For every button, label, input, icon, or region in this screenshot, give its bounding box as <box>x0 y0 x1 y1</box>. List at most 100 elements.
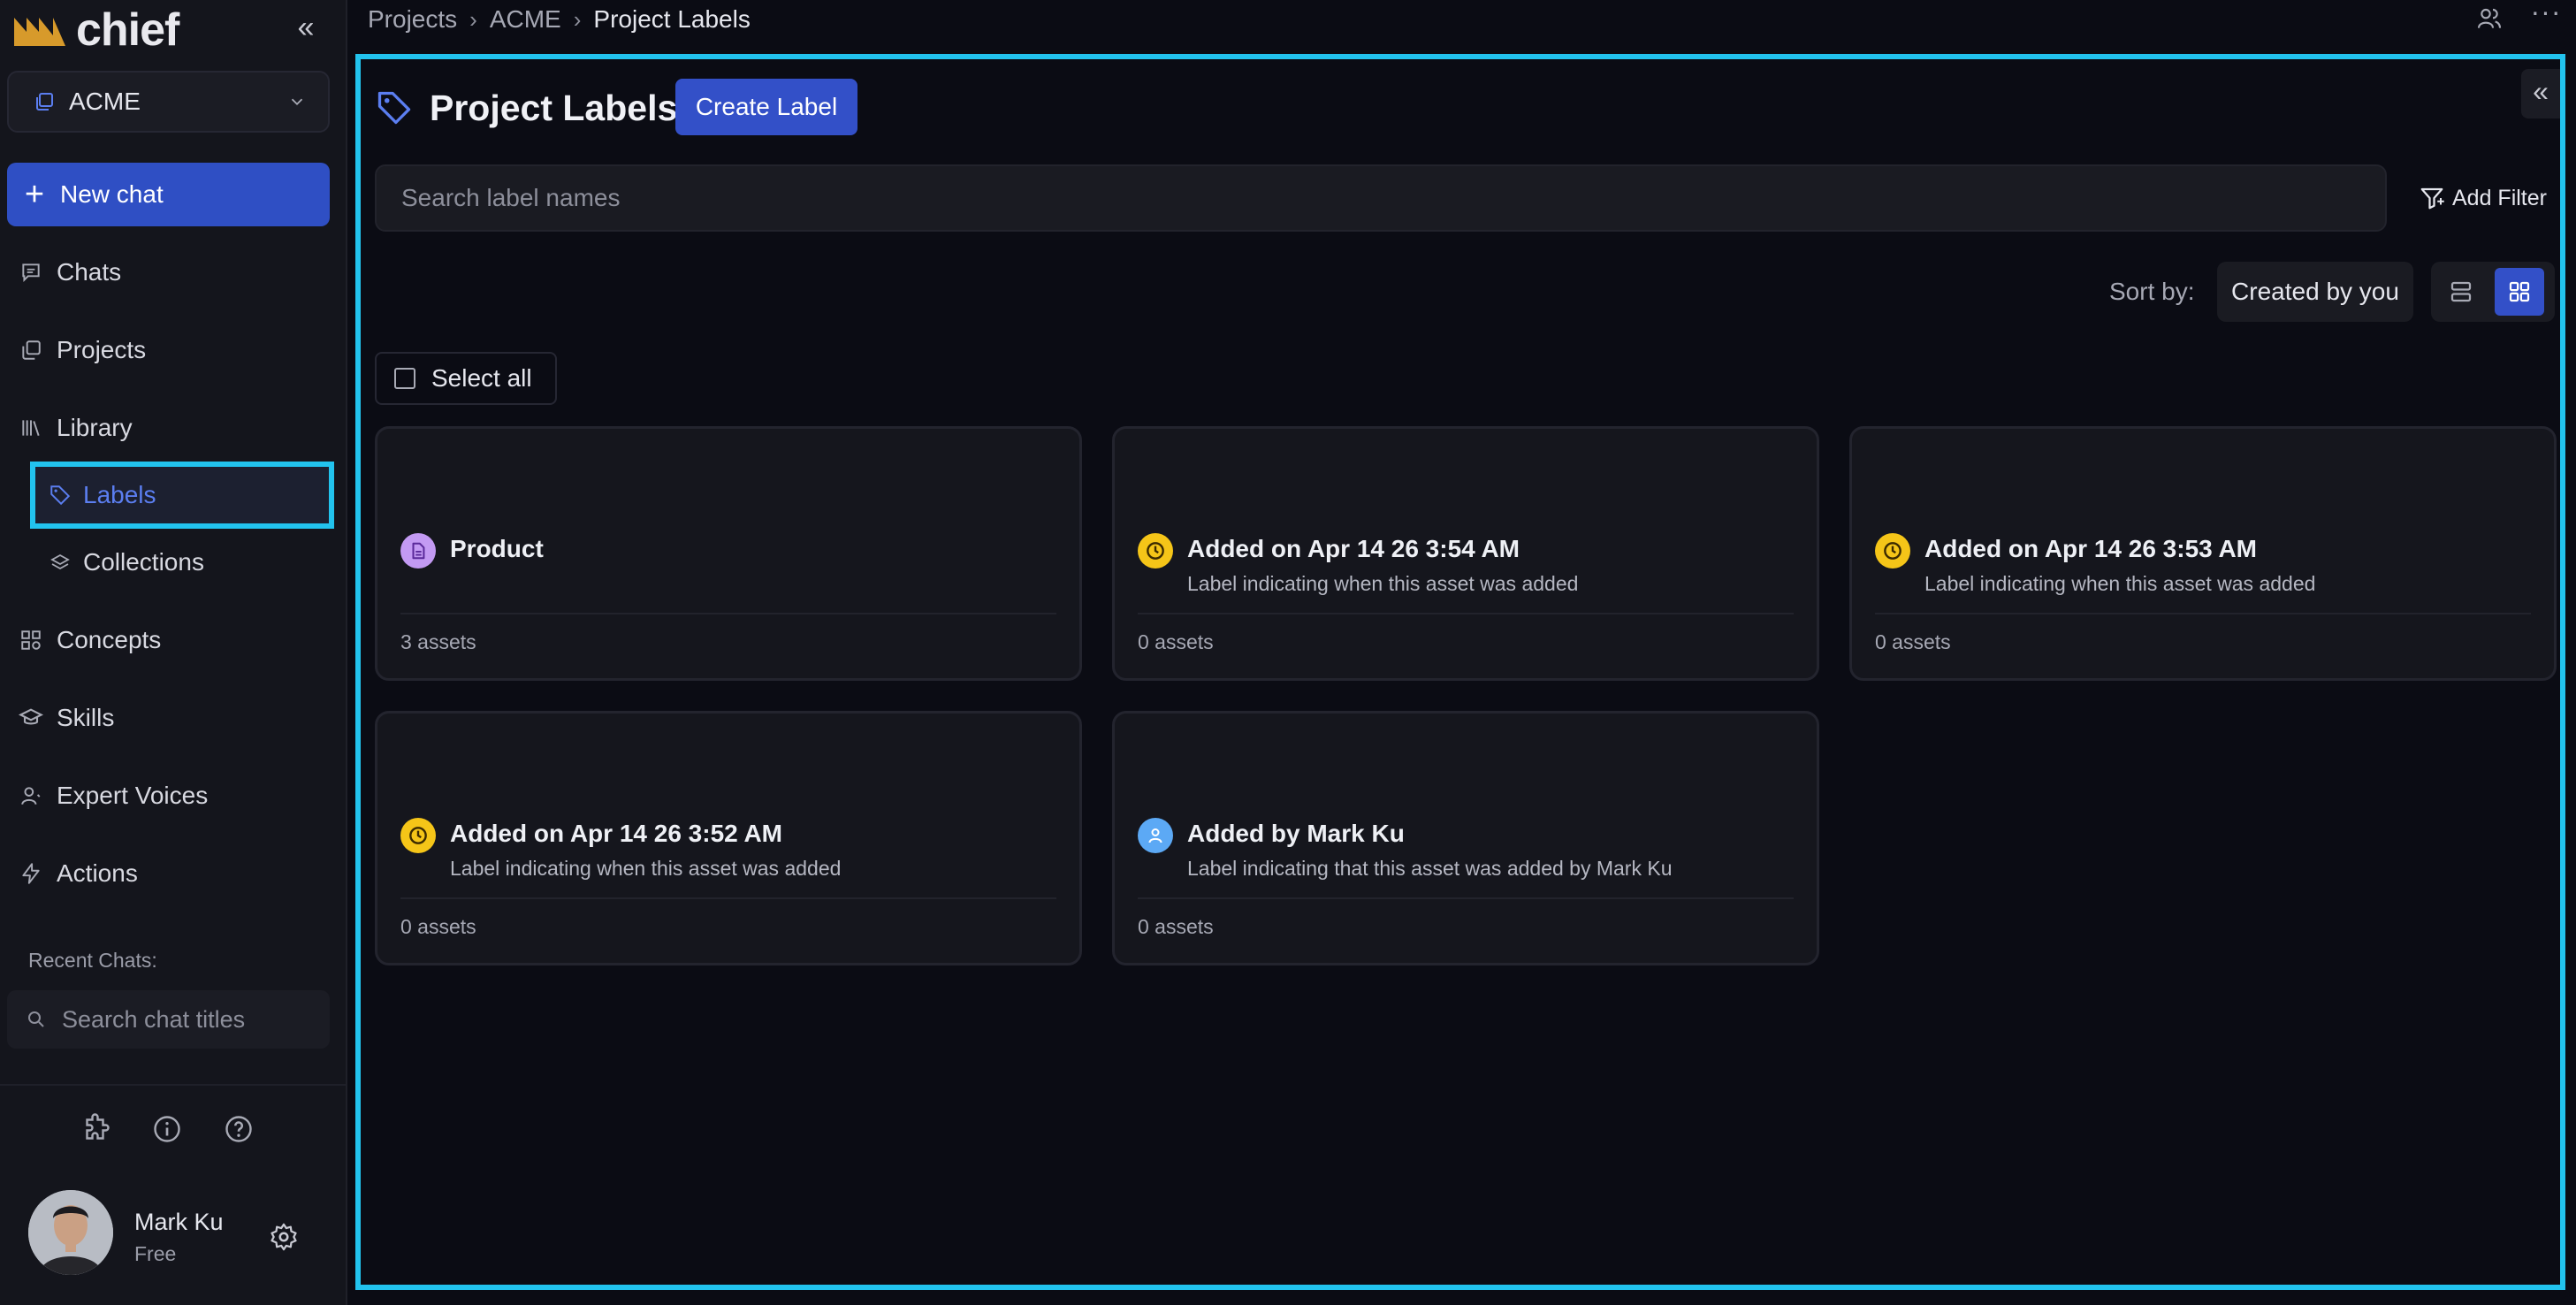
sidebar-item-label: Library <box>57 414 133 441</box>
sidebar-item-label: Labels <box>83 481 156 508</box>
tag-icon <box>48 483 72 508</box>
avatar-photo-icon <box>28 1190 113 1275</box>
people-icon[interactable] <box>2475 4 2504 33</box>
card-divider <box>1875 613 2531 614</box>
sidebar-item-label: Concepts <box>57 626 162 653</box>
user-icon <box>1138 818 1173 853</box>
avatar[interactable] <box>28 1190 113 1275</box>
help-icon[interactable] <box>222 1112 255 1146</box>
sidebar-item-label: Projects <box>57 336 147 363</box>
label-card[interactable]: Added by Mark Ku Label indicating that t… <box>1112 711 1819 965</box>
clock-icon <box>1138 533 1173 569</box>
card-divider <box>400 613 1056 614</box>
lightning-icon <box>18 860 44 887</box>
gear-icon[interactable] <box>267 1220 301 1254</box>
sidebar-item-collections[interactable]: Collections <box>30 529 334 596</box>
list-view-button[interactable] <box>2436 268 2486 316</box>
recent-chats-label: Recent Chats: <box>28 949 157 972</box>
info-icon[interactable] <box>150 1112 184 1146</box>
sidebar-item-skills[interactable]: Skills <box>18 696 114 740</box>
user-name: Mark Ku <box>134 1209 224 1235</box>
label-card-description: Label indicating that this asset was add… <box>1187 857 1673 880</box>
more-options-icon[interactable]: ··· <box>2530 0 2562 30</box>
collapse-sidebar-icon[interactable]: « <box>292 12 320 42</box>
user-plan: Free <box>134 1242 177 1265</box>
sort-label: Sort by: <box>2109 278 2195 305</box>
chevron-down-icon <box>291 98 303 106</box>
filter-icon <box>2419 185 2445 211</box>
label-card-count: 3 assets <box>400 630 476 653</box>
label-card-description: Label indicating when this asset was add… <box>450 857 842 880</box>
breadcrumb: Projects › ACME › Project Labels <box>368 4 751 35</box>
grid-view-icon <box>2509 281 2530 302</box>
label-search <box>375 164 2387 232</box>
sort-select[interactable]: Created by you <box>2217 262 2413 322</box>
label-card-title: Product <box>450 535 544 562</box>
sidebar-item-expert-voices[interactable]: Expert Voices <box>18 774 208 818</box>
concepts-icon <box>18 627 44 653</box>
org-name: ACME <box>69 88 141 115</box>
sidebar-item-concepts[interactable]: Concepts <box>18 618 161 662</box>
document-icon <box>400 533 436 569</box>
label-card-count: 0 assets <box>1138 915 1214 938</box>
sidebar-item-actions[interactable]: Actions <box>18 851 138 896</box>
sidebar-item-chats[interactable]: Chats <box>18 250 121 294</box>
sidebar-item-projects[interactable]: Projects <box>18 328 146 372</box>
chevron-right-icon: › <box>469 5 477 33</box>
label-card[interactable]: Product 3 assets <box>375 426 1082 681</box>
add-filter-button[interactable]: Add Filter <box>2419 180 2547 216</box>
label-card-title: Added on Apr 14 26 3:53 AM <box>1924 535 2258 562</box>
sidebar-item-label: Actions <box>57 859 138 887</box>
breadcrumb-projects[interactable]: Projects <box>368 5 457 34</box>
clock-icon <box>1875 533 1910 569</box>
sidebar: chief « ACME + New chat Chats Projects L… <box>0 0 347 1305</box>
label-card-description: Label indicating when this asset was add… <box>1924 572 2316 595</box>
create-label-button[interactable]: Create Label <box>675 79 857 135</box>
plus-icon: + <box>24 176 45 213</box>
chief-logo-icon <box>14 18 65 46</box>
label-card-count: 0 assets <box>400 915 476 938</box>
grid-view-button[interactable] <box>2495 268 2544 316</box>
card-divider <box>1138 613 1794 614</box>
sidebar-divider <box>0 1084 346 1086</box>
label-card-description: Label indicating when this asset was add… <box>1187 572 1579 595</box>
sidebar-item-labels[interactable]: Labels <box>30 462 334 529</box>
projects-icon <box>18 337 44 363</box>
sidebar-item-label: Collections <box>83 548 204 576</box>
label-card[interactable]: Added on Apr 14 26 3:52 AM Label indicat… <box>375 711 1082 965</box>
label-card-title: Added on Apr 14 26 3:52 AM <box>450 820 783 847</box>
expert-icon <box>18 782 44 809</box>
chat-search <box>7 990 330 1049</box>
new-chat-button[interactable]: + New chat <box>7 163 330 226</box>
list-view-icon <box>2450 281 2472 302</box>
sidebar-item-library[interactable]: Library <box>18 406 133 450</box>
project-icon <box>36 93 53 111</box>
add-filter-label: Add Filter <box>2452 185 2547 210</box>
tag-icon <box>375 88 414 127</box>
label-card-count: 0 assets <box>1138 630 1214 653</box>
page-header: Project Labels <box>375 81 677 134</box>
label-card[interactable]: Added on Apr 14 26 3:53 AM Label indicat… <box>1849 426 2557 681</box>
graduation-cap-icon <box>18 705 44 731</box>
logo-text: chief <box>76 4 179 56</box>
chat-search-input[interactable] <box>60 1004 329 1034</box>
card-divider <box>400 897 1056 899</box>
label-search-input[interactable] <box>400 183 2348 213</box>
label-card-title: Added by Mark Ku <box>1187 820 1405 847</box>
puzzle-icon[interactable] <box>80 1112 113 1146</box>
select-all-button[interactable]: Select all <box>375 352 557 405</box>
breadcrumb-acme[interactable]: ACME <box>490 5 561 34</box>
org-selector[interactable]: ACME <box>7 71 330 133</box>
breadcrumb-current: Project Labels <box>593 5 751 33</box>
logo: chief <box>12 7 179 53</box>
sidebar-item-label: Skills <box>57 704 115 731</box>
view-toggle <box>2431 262 2555 322</box>
search-icon <box>25 1008 48 1031</box>
layers-icon <box>48 550 72 575</box>
select-all-checkbox[interactable] <box>394 368 415 389</box>
card-divider <box>1138 897 1794 899</box>
clock-icon <box>400 818 436 853</box>
sidebar-item-label: Chats <box>57 258 122 286</box>
collapse-panel-icon[interactable]: « <box>2521 69 2560 118</box>
label-card[interactable]: Added on Apr 14 26 3:54 AM Label indicat… <box>1112 426 1819 681</box>
